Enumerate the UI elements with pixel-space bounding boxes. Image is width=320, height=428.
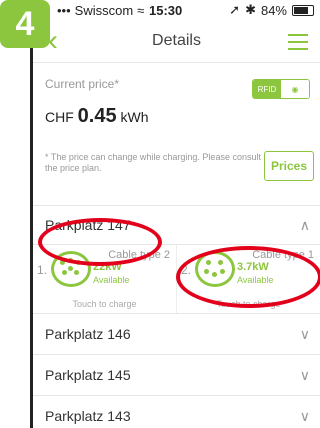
price-amount: 0.45 bbox=[77, 105, 117, 127]
station-row[interactable]: Parkplatz 146 ∨ bbox=[33, 314, 320, 355]
station-name: Parkplatz 147 bbox=[45, 217, 131, 233]
chevron-down-icon: ∨ bbox=[299, 325, 310, 342]
prices-button[interactable]: Prices bbox=[263, 151, 314, 181]
station-row[interactable]: Parkplatz 143 ∨ bbox=[33, 396, 320, 428]
charger-status: Available bbox=[237, 275, 274, 285]
wifi-icon: ≈ bbox=[137, 2, 145, 18]
nav-bar: ‹ Details bbox=[33, 20, 320, 63]
nfc-toggle-icon[interactable]: ◉ bbox=[281, 80, 309, 98]
station-row[interactable]: Parkplatz 147 ∧ bbox=[33, 206, 320, 245]
station-name: Parkplatz 145 bbox=[45, 367, 131, 383]
price-value: CHF 0.45 kWh bbox=[45, 105, 310, 128]
charger-power: 22kW bbox=[93, 261, 122, 273]
plug-type1-icon bbox=[195, 251, 235, 287]
charger-type: Cable type 2 bbox=[108, 249, 170, 261]
phone-screen: ••• Swisscom ≈ 15:30 ➚ ✱ 84% ‹ Details C… bbox=[30, 0, 320, 428]
price-unit: kWh bbox=[120, 109, 149, 125]
signal-icon: ••• bbox=[57, 2, 71, 18]
chevron-down-icon: ∨ bbox=[299, 366, 310, 383]
page-title: Details bbox=[152, 32, 201, 49]
charger-2[interactable]: 2. Cable type 1 3.7kW Available Touch to… bbox=[176, 245, 320, 313]
charger-index: 1. bbox=[37, 263, 48, 277]
charger-index: 2. bbox=[181, 263, 192, 277]
charger-type: Cable type 1 bbox=[252, 249, 314, 261]
plug-type2-icon bbox=[51, 251, 91, 287]
carrier-name: Swisscom bbox=[74, 2, 134, 18]
battery-percent: 84% bbox=[260, 2, 287, 18]
price-note: * The price can change while charging. P… bbox=[45, 152, 261, 173]
location-icon: ➚ bbox=[229, 2, 241, 17]
battery-icon bbox=[292, 4, 314, 16]
charger-status: Available bbox=[93, 275, 130, 285]
status-bar: ••• Swisscom ≈ 15:30 ➚ ✱ 84% bbox=[33, 0, 320, 20]
chevron-down-icon: ∨ bbox=[299, 407, 310, 424]
status-right: ➚ ✱ 84% bbox=[229, 2, 314, 18]
bluetooth-icon: ✱ bbox=[245, 2, 256, 17]
charger-action: Touch to charge bbox=[216, 299, 281, 309]
clock: 15:30 bbox=[149, 2, 183, 18]
station-name: Parkplatz 143 bbox=[45, 408, 131, 424]
station-name: Parkplatz 146 bbox=[45, 326, 131, 342]
charger-list: 1. Cable type 2 22kW Available Touch to … bbox=[33, 245, 320, 314]
charger-1[interactable]: 1. Cable type 2 22kW Available Touch to … bbox=[33, 245, 176, 313]
station-row[interactable]: Parkplatz 145 ∨ bbox=[33, 355, 320, 396]
charger-action: Touch to charge bbox=[72, 299, 137, 309]
price-currency: CHF bbox=[45, 109, 74, 125]
charger-power: 3.7kW bbox=[237, 261, 269, 273]
step-badge: 4 bbox=[0, 0, 50, 48]
carrier: ••• Swisscom ≈ bbox=[57, 3, 229, 18]
price-section: Current price* CHF 0.45 kWh RFID ◉ * The… bbox=[33, 63, 320, 206]
chevron-up-icon: ∧ bbox=[299, 216, 310, 233]
payment-toggle[interactable]: RFID ◉ bbox=[252, 79, 310, 99]
rfid-toggle[interactable]: RFID bbox=[253, 80, 281, 98]
hamburger-menu-icon[interactable] bbox=[288, 34, 308, 55]
